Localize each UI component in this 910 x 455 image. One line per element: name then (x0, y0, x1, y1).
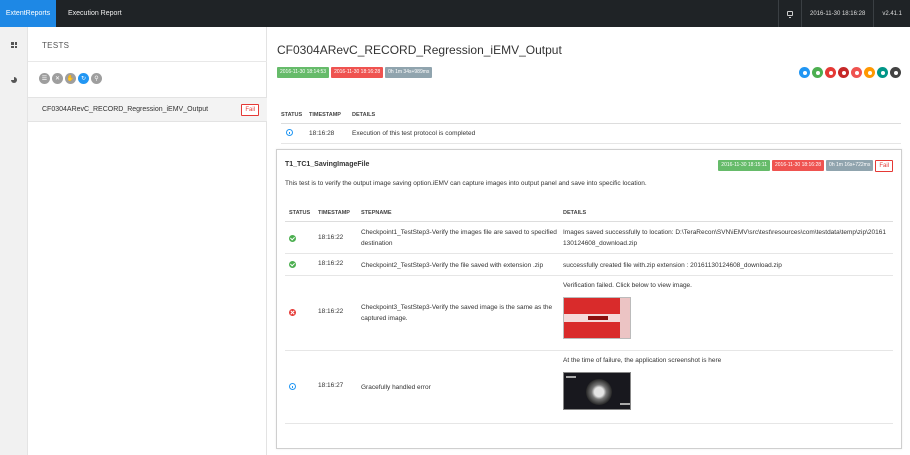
step-details: Verification failed. Click below to view… (563, 280, 888, 339)
duration-badge: 0h 1m 34s+989ms (385, 67, 433, 78)
node-description: This test is to verify the output image … (285, 180, 647, 187)
end-time-badge: 2016-11-30 18:16:28 (331, 67, 384, 78)
list-item[interactable]: CF0304ARevC_RECORD_Regression_iEMV_Outpu… (28, 97, 267, 122)
side-rail (0, 27, 28, 455)
step-details-text: Verification failed. Click below to view… (563, 282, 692, 289)
top-navbar: ExtentReports Execution Report 2016-11-3… (0, 0, 910, 27)
search-icon[interactable]: ⚲ (91, 73, 102, 84)
page-title: CF0304ARevC_RECORD_Regression_iEMV_Outpu… (277, 43, 562, 57)
report-version: v2.41.1 (873, 0, 910, 27)
pass-icon[interactable] (812, 67, 823, 78)
table-row: 18:16:22 Checkpoint1_TestStep3-Verify th… (285, 223, 893, 254)
col-status: STATUS (281, 112, 303, 118)
close-icon[interactable]: ✕ (52, 73, 63, 84)
unknown-icon[interactable] (890, 67, 901, 78)
node-name[interactable]: T1_TC1_SavingImageFile (285, 161, 369, 168)
col-stepname: STEPNAME (361, 210, 392, 216)
pass-icon (289, 235, 296, 244)
col-timestamp: TIMESTAMP (318, 210, 350, 216)
test-detail-panel: CF0304ARevC_RECORD_Regression_iEMV_Outpu… (267, 27, 910, 455)
divider (28, 61, 267, 62)
info-icon[interactable] (799, 67, 810, 78)
step-name: Checkpoint1_TestStep3-Verify the images … (361, 229, 557, 247)
log-time: 18:16:28 (309, 130, 335, 137)
skip-icon[interactable] (877, 67, 888, 78)
error-icon[interactable] (851, 67, 862, 78)
time-badges: 2016-11-30 18:14:53 2016-11-30 18:16:28 … (277, 67, 433, 78)
start-time-badge: 2016-11-30 18:14:53 (277, 67, 330, 78)
dashboard-icon[interactable] (9, 40, 19, 50)
fail-icon[interactable] (825, 67, 836, 78)
status-badge: Fail (241, 104, 259, 116)
node-end-time-badge: 2016-11-30 18:16:28 (771, 160, 825, 171)
step-time: 18:16:22 (318, 234, 344, 241)
brand-logo[interactable]: ExtentReports (0, 0, 56, 27)
log-details: Execution of this test protocol is compl… (352, 130, 476, 137)
col-details: DETAILS (563, 210, 587, 216)
step-time: 18:16:22 (318, 260, 344, 267)
fail-icon (289, 309, 296, 318)
test-name: CF0304ARevC_RECORD_Regression_iEMV_Outpu… (42, 106, 209, 113)
step-details: Images saved successfully to location: D… (563, 229, 886, 247)
refresh-icon[interactable]: ↻ (78, 73, 89, 84)
fatal-icon[interactable] (838, 67, 849, 78)
col-details: DETAILS (352, 112, 376, 118)
node-start-time-badge: 2016-11-30 18:15:11 (718, 160, 770, 171)
report-title: Execution Report (68, 10, 122, 17)
table-row: 18:16:22 Checkpoint2_TestStep3-Verify th… (285, 254, 893, 276)
report-datetime: 2016-11-30 18:16:28 (801, 0, 873, 27)
application-screenshot-thumbnail[interactable] (563, 372, 631, 410)
step-details-text: At the time of failure, the application … (563, 357, 722, 364)
log-table-header: STATUS TIMESTAMP DETAILS (281, 112, 901, 124)
test-list-panel: TESTS ☰ ✕ ✋ ↻ ⚲ CF0304ARevC_RECORD_Regre… (28, 27, 267, 455)
table-row: 18:16:22 Checkpoint3_TestStep3-Verify th… (285, 276, 893, 351)
table-row: 18:16:28 Execution of this test protocol… (281, 124, 901, 144)
step-name: Checkpoint2_TestStep3-Verify the file sa… (361, 262, 544, 269)
node-status-badge: Fail (875, 160, 893, 172)
step-time: 18:16:22 (318, 308, 344, 315)
step-time: 18:16:27 (318, 382, 344, 389)
info-icon (286, 129, 293, 138)
step-details: successfully created file with.zip exten… (563, 262, 782, 269)
test-node-card: T1_TC1_SavingImageFile 2016-11-30 18:15:… (276, 149, 902, 449)
hand-icon[interactable]: ✋ (65, 73, 76, 84)
step-name: Checkpoint3_TestStep3-Verify the saved i… (361, 304, 553, 322)
info-icon (289, 383, 296, 392)
failure-screenshot-thumbnail[interactable] (563, 297, 631, 339)
step-details: At the time of failure, the application … (563, 355, 888, 410)
node-duration-badge: 0h 1m 16s+722ms (826, 160, 874, 171)
list-icon[interactable]: ☰ (39, 73, 50, 84)
test-list-heading: TESTS (42, 41, 70, 50)
warning-icon[interactable] (864, 67, 875, 78)
pass-icon (289, 261, 296, 270)
status-filter-icons (799, 67, 901, 78)
monitor-icon-item (778, 0, 801, 27)
col-status: STATUS (289, 210, 311, 216)
navbar-right: 2016-11-30 18:16:28 v2.41.1 (778, 0, 910, 27)
pie-chart-icon[interactable] (9, 75, 19, 85)
filter-buttons: ☰ ✕ ✋ ↻ ⚲ (39, 73, 102, 84)
node-badges: 2016-11-30 18:15:11 2016-11-30 18:16:28 … (718, 160, 893, 172)
col-timestamp: TIMESTAMP (309, 112, 341, 118)
table-row: 18:16:27 Gracefully handled error At the… (285, 351, 893, 424)
monitor-icon (787, 11, 794, 18)
step-table-header: STATUS TIMESTAMP STEPNAME DETAILS (285, 210, 893, 222)
step-name: Gracefully handled error (361, 384, 431, 391)
